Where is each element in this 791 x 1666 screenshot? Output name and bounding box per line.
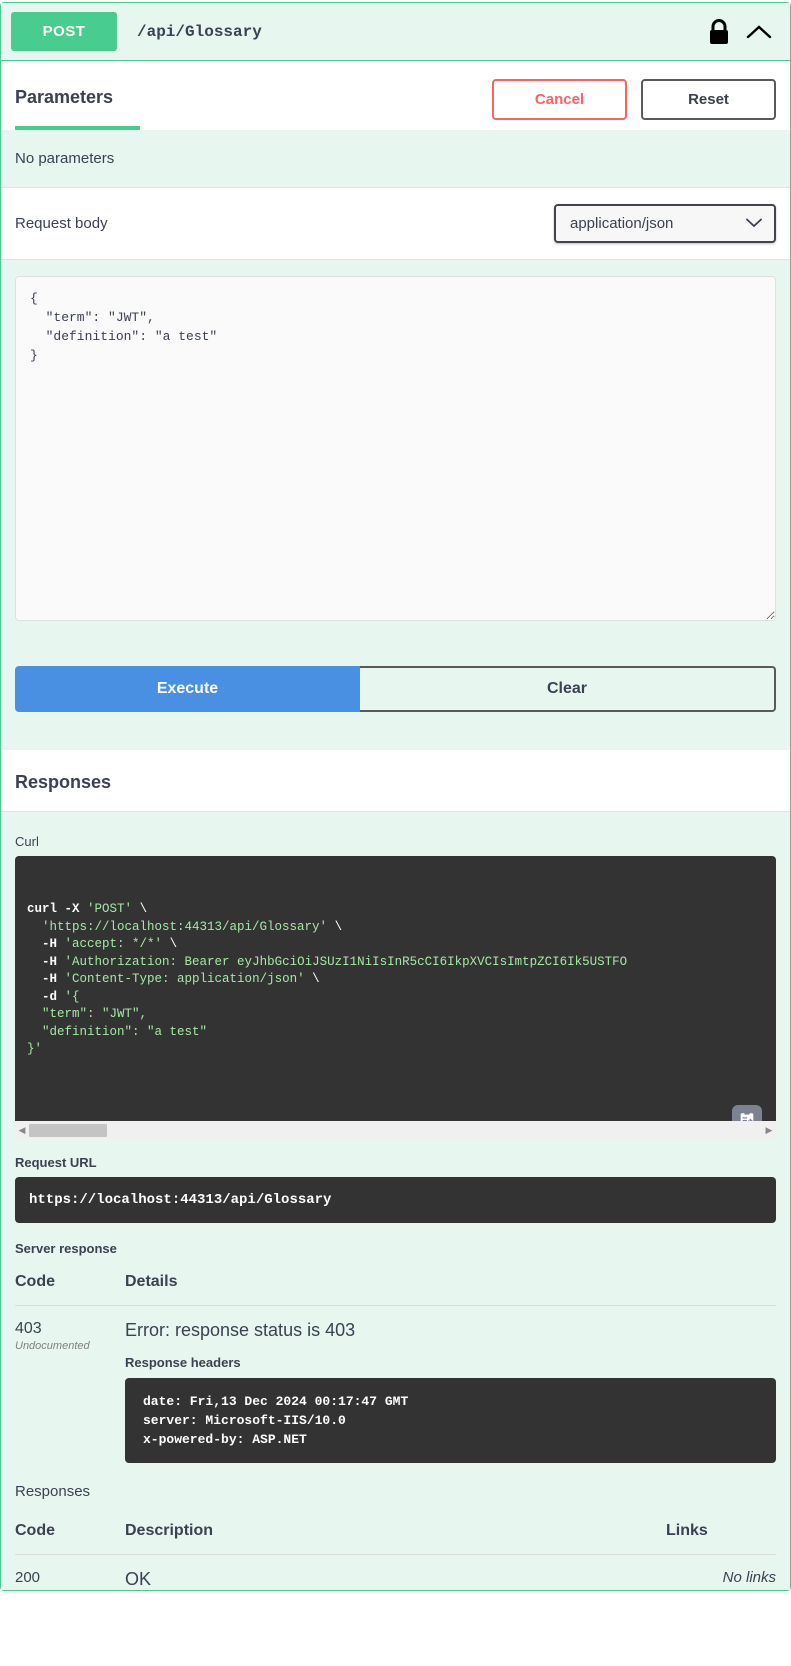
cancel-button[interactable]: Cancel: [492, 79, 627, 120]
response-headers-label: Response headers: [125, 1355, 241, 1370]
opblock-summary[interactable]: POST /api/Glossary: [1, 3, 790, 61]
operation-path: /api/Glossary: [137, 22, 262, 41]
curl-horizontal-scrollbar[interactable]: ◀ ▶: [15, 1121, 776, 1139]
request-body-label: Request body: [15, 215, 108, 232]
curl-label: Curl: [15, 834, 39, 849]
documented-responses-header-row: Code Description Links: [15, 1512, 776, 1555]
request-body-editor-wrap: { "term": "JWT", "definition": "a test" …: [1, 260, 790, 626]
copy-to-clipboard-icon[interactable]: [732, 1105, 762, 1121]
content-type-select[interactable]: application/json: [554, 204, 776, 243]
curl-code-text: curl -X 'POST' \ 'https://localhost:4431…: [27, 902, 628, 1056]
documented-col-links: Links: [666, 1512, 776, 1555]
server-response-header-row: Code Details: [15, 1263, 776, 1306]
undocumented-badge: Undocumented: [15, 1340, 90, 1352]
scroll-right-arrow-icon[interactable]: ▶: [762, 1125, 776, 1135]
error-message: Error: response status is 403: [125, 1320, 356, 1340]
curl-code-block: curl -X 'POST' \ 'https://localhost:4431…: [15, 856, 776, 1121]
response-headers-value: date: Fri,13 Dec 2024 00:17:47 GMT serve…: [125, 1378, 776, 1463]
server-response-col-details: Details: [125, 1263, 776, 1306]
server-response-code-cell: 403 Undocumented: [15, 1306, 125, 1464]
scrollbar-thumb[interactable]: [29, 1123, 107, 1137]
table-row: 403 Undocumented Error: response status …: [15, 1306, 776, 1464]
responses-body: Curl curl -X 'POST' \ 'https://localhost…: [1, 812, 790, 1590]
server-response-table: Code Details 403 Undocumented Error: res…: [15, 1263, 776, 1463]
request-body-row: Request body application/json: [1, 187, 790, 260]
documented-links: No links: [722, 1569, 776, 1586]
swagger-operation-page: POST /api/Glossary Parameters Cancel Res…: [0, 2, 791, 1666]
execute-clear-row: Execute Clear: [1, 626, 790, 750]
execute-button[interactable]: Execute: [15, 666, 360, 712]
request-url-label: Request URL: [15, 1155, 97, 1170]
parameters-title: Parameters: [15, 87, 114, 107]
opblock-summary-icons: [708, 18, 776, 45]
table-row: 200 OK No links: [15, 1555, 776, 1591]
documented-code: 200: [15, 1569, 41, 1586]
chevron-up-icon[interactable]: [746, 23, 772, 41]
request-url-value: https://localhost:44313/api/Glossary: [15, 1177, 776, 1223]
responses-heading: Responses: [1, 750, 790, 812]
content-type-select-wrap: application/json: [554, 204, 776, 243]
request-body-textarea[interactable]: { "term": "JWT", "definition": "a test" …: [15, 276, 776, 621]
server-response-col-code: Code: [15, 1263, 125, 1306]
http-method-badge: POST: [11, 12, 117, 51]
scroll-left-arrow-icon[interactable]: ◀: [15, 1125, 29, 1135]
lock-icon[interactable]: [708, 18, 730, 45]
parameters-actions: Cancel Reset: [492, 79, 776, 130]
documented-description: OK: [125, 1569, 152, 1589]
opblock-post-api-glossary: POST /api/Glossary Parameters Cancel Res…: [0, 2, 791, 1591]
server-response-details-cell: Error: response status is 403 Response h…: [125, 1306, 776, 1463]
status-code: 403: [15, 1320, 42, 1337]
documented-col-description: Description: [125, 1512, 666, 1555]
parameters-tab-underline: [15, 126, 140, 130]
documented-responses-table: Code Description Links 200 OK No links: [15, 1512, 776, 1590]
clear-button[interactable]: Clear: [360, 666, 776, 712]
reset-button[interactable]: Reset: [641, 79, 776, 120]
no-parameters-message: No parameters: [1, 130, 790, 187]
documented-responses-label: Responses: [15, 1483, 91, 1500]
opblock-body: Parameters Cancel Reset No parameters Re…: [1, 61, 790, 1590]
documented-col-code: Code: [15, 1512, 125, 1555]
parameters-header: Parameters Cancel Reset: [1, 61, 790, 130]
server-response-label: Server response: [15, 1241, 117, 1256]
